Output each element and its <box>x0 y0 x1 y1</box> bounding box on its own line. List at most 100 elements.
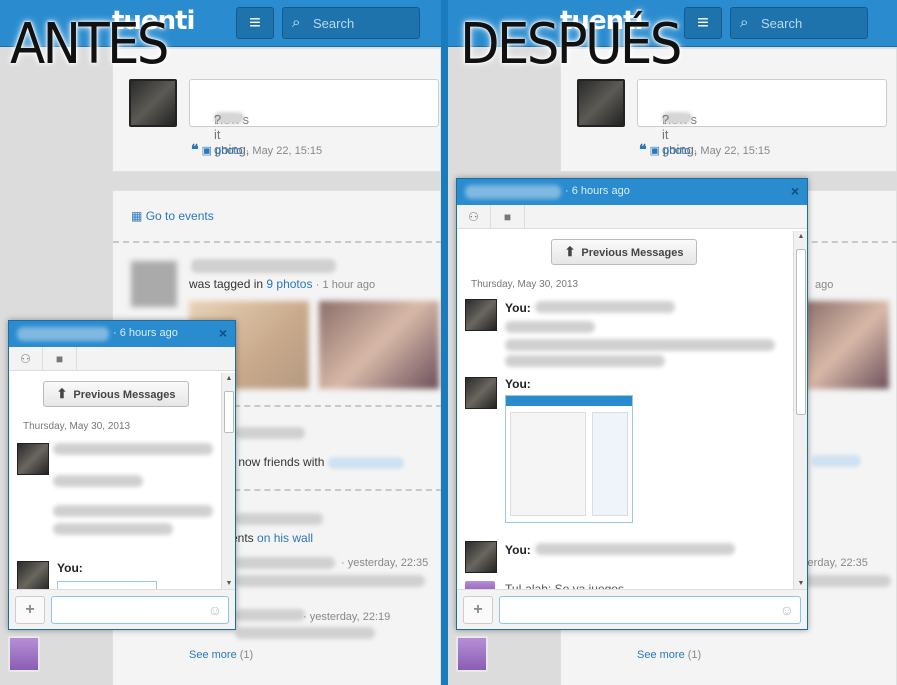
menu-icon: ≡ <box>697 12 709 34</box>
photo-thumb[interactable] <box>805 301 889 389</box>
chat-input[interactable]: ☺ <box>499 596 801 624</box>
blurred-name <box>235 609 305 621</box>
see-more-link[interactable]: See more (1) <box>637 649 701 661</box>
photo-link[interactable]: photo <box>663 145 691 157</box>
wall-link[interactable]: on his wall <box>257 531 313 545</box>
blurred-name <box>235 427 305 439</box>
my-avatar[interactable] <box>465 299 497 331</box>
chat-contact-avatar[interactable] <box>456 636 488 672</box>
close-icon[interactable]: × <box>219 325 227 341</box>
chat-toolbar: ⚇ ■ <box>9 347 235 371</box>
chat-contact-avatar[interactable] <box>8 636 40 672</box>
quote-icon[interactable]: ❝ <box>191 141 199 157</box>
chat-input[interactable]: ☺ <box>51 596 229 624</box>
see-more-count: (1) <box>239 649 254 661</box>
photo-thumb[interactable] <box>319 301 439 389</box>
wall-line: ents on his wall <box>231 531 313 545</box>
blurred-name <box>235 513 323 525</box>
user-avatar[interactable] <box>129 79 177 127</box>
scroll-thumb[interactable] <box>796 249 806 415</box>
blurred-message <box>53 505 213 517</box>
see-more-label: See more <box>637 649 685 661</box>
blurred-message <box>505 321 595 333</box>
search-placeholder: Search <box>761 16 803 31</box>
you-label: You: <box>505 301 531 315</box>
menu-button[interactable]: ≡ <box>684 7 722 39</box>
tagged-photos-link[interactable]: 9 photos <box>266 277 312 291</box>
see-more-label: See more <box>189 649 237 661</box>
scroll-thumb[interactable] <box>224 391 234 433</box>
status-input[interactable]: How's it going, ? <box>189 79 439 157</box>
blurred-message <box>535 301 675 313</box>
video-icon[interactable]: ■ <box>43 347 77 371</box>
panel-before: tuenti ≡ ⌕ Search How's it going, ? ❝ ▣ … <box>0 0 441 685</box>
add-person-icon[interactable]: ⚇ <box>457 205 491 229</box>
scroll-down-icon[interactable]: ▼ <box>794 580 808 587</box>
chat-toolbar: ⚇ ■ <box>457 205 807 229</box>
blurred-text <box>235 575 425 587</box>
friend-avatar[interactable] <box>131 261 177 307</box>
menu-button[interactable]: ≡ <box>236 7 274 39</box>
blurred-link[interactable] <box>811 455 861 467</box>
blurred-message <box>53 443 213 455</box>
my-avatar[interactable] <box>465 541 497 573</box>
chat-footer: + ☺ <box>9 589 235 629</box>
search-box[interactable]: ⌕ Search <box>730 7 868 39</box>
chat-contact-name <box>465 185 561 199</box>
comment-time: · yesterday, 22:19 <box>303 611 391 623</box>
wall-time: · yesterday, 22:35 <box>341 557 429 569</box>
tagged-time-label: ago <box>815 279 834 291</box>
shared-screenshot[interactable] <box>505 395 633 523</box>
camera-icon[interactable]: ▣ <box>202 145 212 157</box>
status-meta: ❝ ▣ photo · May 22, 15:15 <box>191 141 322 158</box>
calendar-icon: ▦ <box>131 209 143 223</box>
add-person-icon[interactable]: ⚇ <box>9 347 43 371</box>
user-avatar[interactable] <box>577 79 625 127</box>
video-icon[interactable]: ■ <box>491 205 525 229</box>
smiley-icon[interactable]: ☺ <box>208 602 222 618</box>
tagged-line: was tagged in 9 photos · 1 hour ago <box>189 277 376 291</box>
close-icon[interactable]: × <box>791 183 799 199</box>
arrow-up-icon: ⬆ <box>56 386 68 401</box>
previous-messages-button[interactable]: ⬆ Previous Messages <box>551 239 697 265</box>
see-more-link[interactable]: See more (1) <box>189 649 253 661</box>
chat-footer: + ☺ <box>457 589 807 629</box>
add-button[interactable]: + <box>15 596 45 624</box>
chat-scrollbar[interactable]: ▲ ▼ <box>793 231 807 589</box>
contact-avatar[interactable] <box>17 443 49 475</box>
chat-header[interactable]: · 6 hours ago × <box>9 321 235 347</box>
chat-time-ago-label: 6 hours ago <box>571 185 630 197</box>
photo-link[interactable]: photo <box>215 145 243 157</box>
menu-icon: ≡ <box>249 12 261 34</box>
screenshot-header <box>506 396 632 406</box>
chat-date: Thursday, May 30, 2013 <box>471 279 579 290</box>
separator: · <box>245 145 250 157</box>
arrow-up-icon: ⬆ <box>564 244 576 259</box>
chat-header[interactable]: · 6 hours ago × <box>457 179 807 205</box>
tagged-time: ago <box>815 277 833 291</box>
smiley-icon[interactable]: ☺ <box>780 602 794 618</box>
my-avatar[interactable] <box>465 377 497 409</box>
separator: · <box>693 145 698 157</box>
screenshot-sidebar <box>592 412 628 516</box>
search-box[interactable]: ⌕ Search <box>282 7 420 39</box>
go-to-events-link[interactable]: ▦ Go to events <box>131 209 214 223</box>
wall-time: sterday, 22:35 <box>799 555 868 569</box>
blurred-link[interactable] <box>327 456 404 469</box>
see-more-count: (1) <box>687 649 702 661</box>
scroll-down-icon[interactable]: ▼ <box>222 580 236 587</box>
you-label: You: <box>57 561 83 575</box>
scroll-up-icon[interactable]: ▲ <box>794 233 808 240</box>
chat-time-ago: · 6 hours ago <box>113 327 178 339</box>
previous-messages-button[interactable]: ⬆ Previous Messages <box>43 381 189 407</box>
status-date: May 22, 15:15 <box>700 145 771 157</box>
add-button[interactable]: + <box>463 596 493 624</box>
scroll-up-icon[interactable]: ▲ <box>222 375 236 382</box>
status-input[interactable]: How's it going, ? <box>637 79 887 157</box>
quote-icon[interactable]: ❝ <box>639 141 647 157</box>
chat-scrollbar[interactable]: ▲ ▼ <box>221 373 235 589</box>
go-to-events-label: Go to events <box>145 209 214 223</box>
blurred-text <box>801 575 891 587</box>
camera-icon[interactable]: ▣ <box>650 145 660 157</box>
screenshot-content <box>510 412 586 516</box>
